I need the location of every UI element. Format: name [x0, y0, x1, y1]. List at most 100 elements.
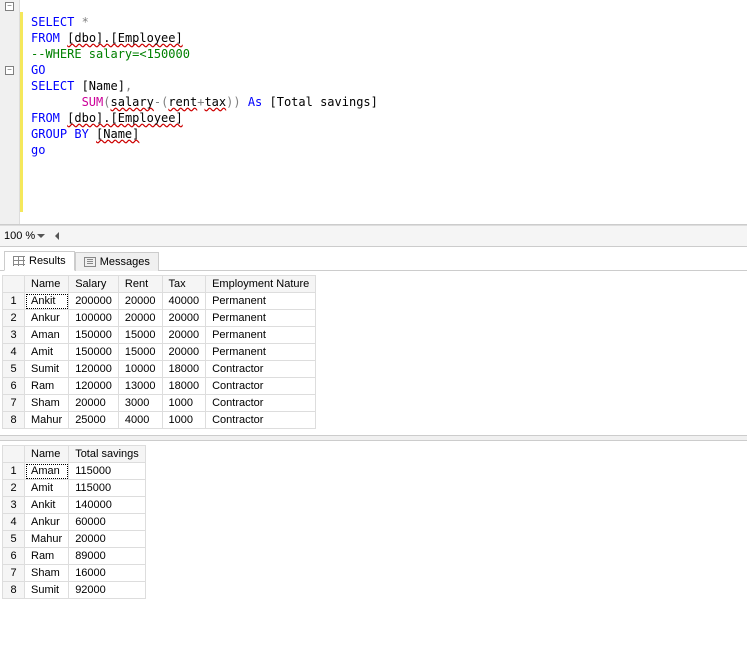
row-header[interactable]: 8 — [3, 412, 25, 429]
row-header[interactable]: 7 — [3, 565, 25, 582]
cell[interactable]: 20000 — [162, 344, 206, 361]
cell[interactable]: Sumit — [25, 582, 69, 599]
column-header[interactable]: Salary — [69, 276, 119, 293]
cell[interactable]: 20000 — [118, 310, 162, 327]
cell[interactable]: Mahur — [25, 531, 69, 548]
cell[interactable]: Mahur — [25, 412, 69, 429]
cell[interactable]: Ankur — [25, 514, 69, 531]
table-row[interactable]: 1Ankit2000002000040000Permanent — [3, 293, 316, 310]
column-header[interactable]: Rent — [118, 276, 162, 293]
cell[interactable]: 10000 — [118, 361, 162, 378]
results-grid-1[interactable]: NameSalaryRentTaxEmployment Nature 1Ankit… — [0, 271, 747, 435]
fold-toggle-icon[interactable]: − — [5, 66, 14, 75]
cell[interactable]: 20000 — [118, 293, 162, 310]
table-row[interactable]: 7Sham16000 — [3, 565, 146, 582]
arrow-left-icon[interactable] — [55, 232, 59, 240]
cell[interactable]: 40000 — [162, 293, 206, 310]
table-row[interactable]: 7Sham2000030001000Contractor — [3, 395, 316, 412]
cell[interactable]: 4000 — [118, 412, 162, 429]
cell[interactable]: 150000 — [69, 327, 119, 344]
table-row[interactable]: 3Aman1500001500020000Permanent — [3, 327, 316, 344]
row-header[interactable]: 8 — [3, 582, 25, 599]
cell[interactable]: 15000 — [118, 327, 162, 344]
row-header[interactable]: 1 — [3, 293, 25, 310]
cell[interactable]: 60000 — [69, 514, 146, 531]
cell[interactable]: Permanent — [206, 344, 316, 361]
zoom-dropdown[interactable]: 100 % — [4, 230, 45, 242]
cell[interactable]: Contractor — [206, 361, 316, 378]
row-header[interactable]: 6 — [3, 548, 25, 565]
table-row[interactable]: 6Ram1200001300018000Contractor — [3, 378, 316, 395]
cell[interactable]: 89000 — [69, 548, 146, 565]
row-header[interactable]: 3 — [3, 327, 25, 344]
cell[interactable]: Ankit — [25, 497, 69, 514]
row-header[interactable]: 7 — [3, 395, 25, 412]
table-row[interactable]: 2Ankur1000002000020000Permanent — [3, 310, 316, 327]
results-grid-2[interactable]: NameTotal savings1Aman1150002Amit1150003… — [0, 441, 747, 605]
cell[interactable]: Ankit — [25, 293, 69, 310]
cell[interactable]: 13000 — [118, 378, 162, 395]
cell[interactable]: 150000 — [69, 344, 119, 361]
column-header[interactable]: Name — [25, 446, 69, 463]
table-row[interactable]: 6Ram89000 — [3, 548, 146, 565]
row-header[interactable]: 2 — [3, 480, 25, 497]
tab-messages[interactable]: Messages — [75, 252, 159, 271]
table-row[interactable]: 4Ankur60000 — [3, 514, 146, 531]
table-row[interactable]: 4Amit1500001500020000Permanent — [3, 344, 316, 361]
column-header[interactable]: Name — [25, 276, 69, 293]
cell[interactable]: 1000 — [162, 412, 206, 429]
tab-results[interactable]: Results — [4, 251, 75, 271]
cell[interactable]: 1000 — [162, 395, 206, 412]
table-row[interactable]: 8Mahur2500040001000Contractor — [3, 412, 316, 429]
cell[interactable]: 18000 — [162, 361, 206, 378]
row-header[interactable]: 2 — [3, 310, 25, 327]
cell[interactable]: Ram — [25, 548, 69, 565]
cell[interactable]: Ram — [25, 378, 69, 395]
code-body[interactable]: SELECT * FROM [dbo].[Employee] --WHERE s… — [20, 12, 747, 212]
cell[interactable]: 115000 — [69, 480, 146, 497]
row-header[interactable]: 4 — [3, 514, 25, 531]
cell[interactable]: Aman — [25, 463, 69, 480]
row-header[interactable]: 1 — [3, 463, 25, 480]
cell[interactable]: 16000 — [69, 565, 146, 582]
cell[interactable]: Contractor — [206, 412, 316, 429]
sql-editor[interactable]: − − SELECT * FROM [dbo].[Employee] --WHE… — [0, 0, 747, 225]
cell[interactable]: Ankur — [25, 310, 69, 327]
cell[interactable]: 15000 — [118, 344, 162, 361]
table-row[interactable]: 5Sumit1200001000018000Contractor — [3, 361, 316, 378]
cell[interactable]: 115000 — [69, 463, 146, 480]
row-header[interactable]: 3 — [3, 497, 25, 514]
column-header[interactable]: Tax — [162, 276, 206, 293]
row-header[interactable]: 5 — [3, 531, 25, 548]
cell[interactable]: Permanent — [206, 310, 316, 327]
cell[interactable]: Contractor — [206, 395, 316, 412]
fold-toggle-icon[interactable]: − — [5, 2, 14, 11]
cell[interactable]: 3000 — [118, 395, 162, 412]
table-row[interactable]: 5Mahur20000 — [3, 531, 146, 548]
cell[interactable]: 20000 — [162, 310, 206, 327]
cell[interactable]: Permanent — [206, 327, 316, 344]
row-header[interactable]: 6 — [3, 378, 25, 395]
table-row[interactable]: 3Ankit140000 — [3, 497, 146, 514]
cell[interactable]: Amit — [25, 344, 69, 361]
cell[interactable]: 140000 — [69, 497, 146, 514]
cell[interactable]: 100000 — [69, 310, 119, 327]
row-header[interactable]: 5 — [3, 361, 25, 378]
cell[interactable]: 20000 — [69, 531, 146, 548]
cell[interactable]: 120000 — [69, 378, 119, 395]
cell[interactable]: Sham — [25, 565, 69, 582]
cell[interactable]: 92000 — [69, 582, 146, 599]
cell[interactable]: 20000 — [162, 327, 206, 344]
cell[interactable]: 20000 — [69, 395, 119, 412]
table-row[interactable]: 8Sumit92000 — [3, 582, 146, 599]
cell[interactable]: Sumit — [25, 361, 69, 378]
cell[interactable]: 18000 — [162, 378, 206, 395]
cell[interactable]: 120000 — [69, 361, 119, 378]
column-header[interactable]: Total savings — [69, 446, 146, 463]
cell[interactable]: Permanent — [206, 293, 316, 310]
cell[interactable]: Aman — [25, 327, 69, 344]
table-row[interactable]: 2Amit115000 — [3, 480, 146, 497]
column-header[interactable]: Employment Nature — [206, 276, 316, 293]
cell[interactable]: Amit — [25, 480, 69, 497]
cell[interactable]: Contractor — [206, 378, 316, 395]
